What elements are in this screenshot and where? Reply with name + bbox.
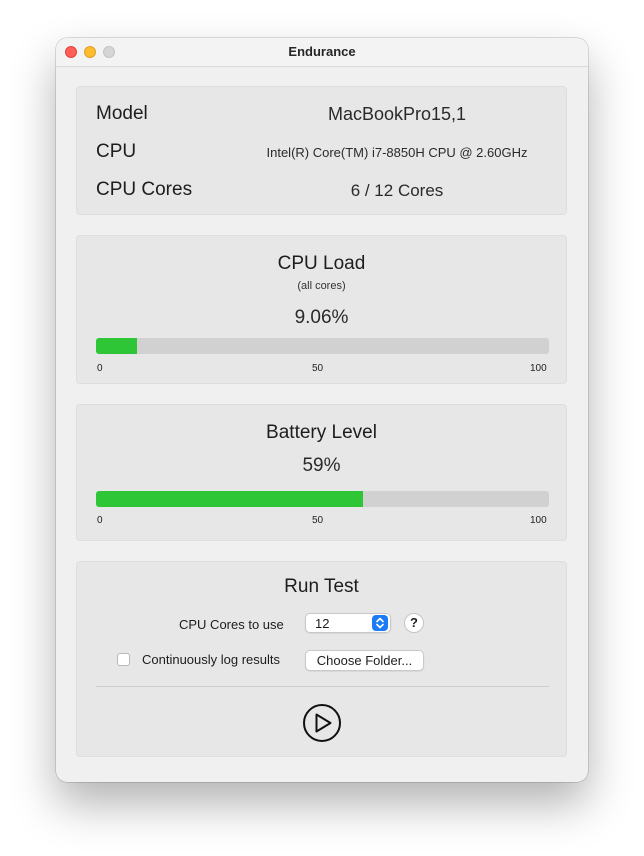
run-test-title: Run Test	[284, 576, 359, 597]
battery-level-bar-fill	[96, 491, 364, 507]
cpu-load-title: CPU Load	[277, 253, 366, 274]
battery-level-title: Battery Level	[266, 422, 377, 443]
battery-scale-mid: 50	[312, 515, 324, 526]
battery-level-value: 59%	[302, 455, 341, 476]
cpu-load-panel: CPU Load (all cores) 9.06% 0 50 100	[76, 235, 567, 384]
continuous-log-label: Continuously log results	[142, 652, 281, 667]
run-test-panel: Run Test CPU Cores to use 12 ? Continuou…	[76, 561, 567, 757]
cpu-scale-mid: 50	[312, 363, 324, 374]
chevron-up-down-icon	[372, 615, 388, 631]
battery-scale-min: 0	[97, 515, 103, 526]
cpu-cores-value: 6 / 12 Cores	[350, 181, 444, 200]
cpu-load-subtitle: (all cores)	[297, 280, 346, 292]
cpu-load-value: 9.06%	[294, 307, 349, 328]
cpu-load-bar-fill	[96, 338, 138, 354]
app-window: Endurance Model MacBookPro15,1 CPU Intel…	[56, 38, 588, 782]
cpu-value: Intel(R) Core(TM) i7-8850H CPU @ 2.60GHz	[266, 145, 528, 160]
divider	[96, 686, 549, 687]
battery-level-panel: Battery Level 59% 0 50 100	[76, 404, 567, 541]
title-bar[interactable]: Endurance	[56, 38, 588, 67]
choose-folder-button[interactable]: Choose Folder...	[305, 650, 424, 671]
cpu-load-bar	[96, 338, 549, 354]
cpu-scale-max: 100	[530, 363, 547, 374]
cpu-cores-label: CPU Cores	[96, 179, 193, 200]
cpu-cores-to-use-label: CPU Cores to use	[179, 617, 284, 632]
system-info-panel: Model MacBookPro15,1 CPU Intel(R) Core(T…	[76, 86, 567, 215]
model-label: Model	[96, 103, 148, 124]
continuous-log-checkbox[interactable]	[117, 653, 130, 666]
window-title: Endurance	[288, 44, 356, 59]
cpu-cores-select-value: 12	[315, 616, 330, 631]
cpu-label: CPU	[96, 141, 137, 162]
help-button[interactable]: ?	[404, 613, 424, 633]
battery-scale-max: 100	[530, 515, 547, 526]
cpu-scale-min: 0	[97, 363, 103, 374]
play-circle-icon	[303, 704, 341, 742]
play-icon[interactable]	[302, 703, 342, 743]
battery-level-bar	[96, 491, 549, 507]
cpu-cores-select[interactable]: 12	[305, 613, 391, 633]
model-value: MacBookPro15,1	[327, 104, 467, 124]
